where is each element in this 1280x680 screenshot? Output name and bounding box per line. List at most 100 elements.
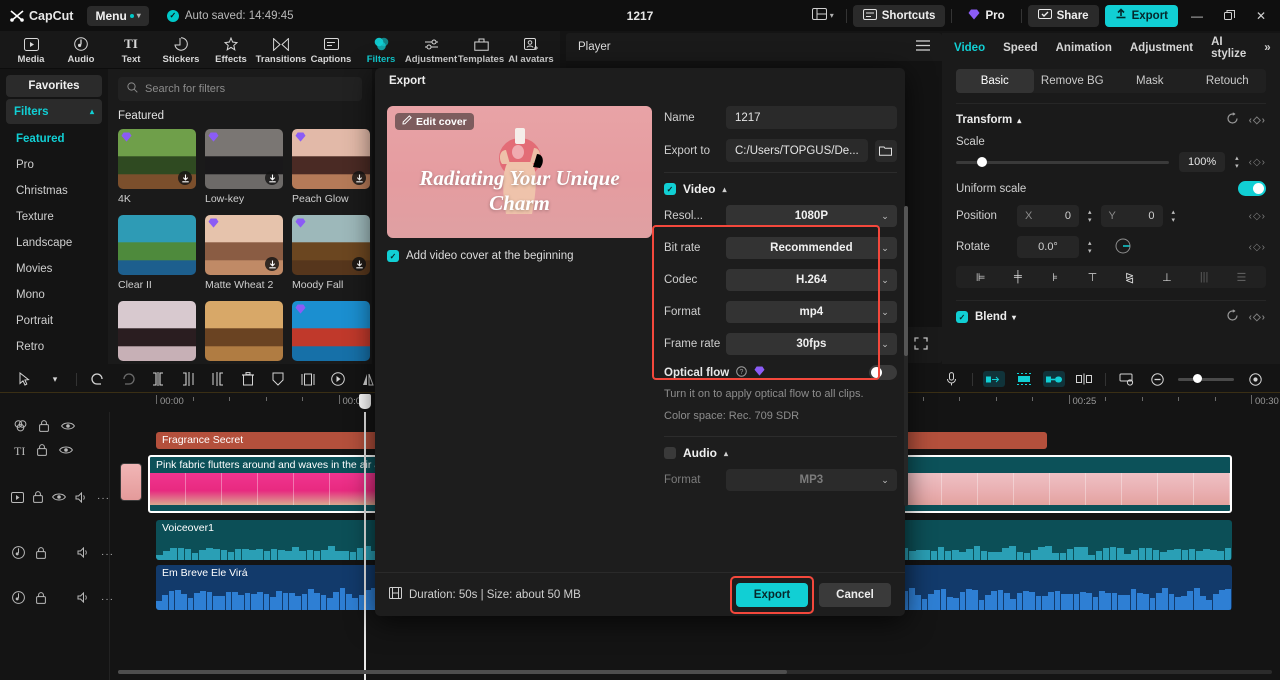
filter-thumb[interactable]: [292, 301, 370, 364]
tab-audio[interactable]: Audio: [56, 35, 106, 65]
add-cover-row[interactable]: ✓ Add video cover at the beginning: [387, 250, 652, 262]
shortcuts-button[interactable]: Shortcuts: [852, 4, 946, 27]
tab-video[interactable]: Video: [954, 42, 985, 54]
keyframe-control[interactable]: ‹◇›: [1249, 157, 1266, 168]
segment-remove-bg[interactable]: Remove BG: [1034, 69, 1112, 93]
reset-icon[interactable]: [1226, 112, 1239, 128]
segment-basic[interactable]: Basic: [956, 69, 1034, 93]
download-icon[interactable]: [352, 171, 366, 185]
redo-icon[interactable]: [113, 373, 143, 385]
category-favorites[interactable]: Favorites: [6, 75, 102, 97]
filter-thumb[interactable]: Low-key: [205, 129, 283, 205]
marker-icon[interactable]: [1112, 373, 1142, 386]
select-arrow-icon[interactable]: [10, 372, 40, 386]
blend-checkbox[interactable]: ✓: [956, 311, 968, 323]
chevron-down-icon[interactable]: ▾: [40, 374, 70, 385]
subitem-portrait[interactable]: Portrait: [6, 308, 102, 334]
speaker-icon[interactable]: [77, 591, 90, 606]
menu-button[interactable]: Menu ▾: [87, 5, 149, 26]
filter-thumb[interactable]: Moody Fall: [292, 215, 370, 291]
audio-format-select[interactable]: MP3 ⌄: [726, 469, 897, 491]
reverse-icon[interactable]: [323, 372, 353, 386]
tab-filters[interactable]: Filters: [356, 35, 406, 65]
more-icon[interactable]: ···: [97, 493, 110, 504]
scrollbar-thumb[interactable]: [903, 206, 908, 356]
transform-section-header[interactable]: Transform ▴ ‹◇›: [942, 104, 1280, 128]
keyframe-control[interactable]: ‹◇›: [1249, 211, 1266, 222]
layout-button[interactable]: ▾: [806, 8, 840, 23]
tab-media[interactable]: Media: [6, 35, 56, 65]
timeline-scrollbar[interactable]: [118, 670, 1272, 674]
framerate-select[interactable]: 30fps ⌄: [726, 333, 897, 355]
filter-thumb[interactable]: Matte Wheat 2: [205, 215, 283, 291]
tab-ai-avatars[interactable]: AI avatars: [506, 35, 556, 65]
keyframe-control[interactable]: ‹◇›: [1249, 312, 1266, 323]
tab-captions[interactable]: Captions: [306, 35, 356, 65]
crop-icon[interactable]: [263, 372, 293, 386]
trim-right-icon[interactable]: [203, 372, 233, 386]
playhead[interactable]: [359, 394, 371, 680]
filter-thumb[interactable]: [205, 301, 283, 364]
lock-icon[interactable]: [37, 444, 48, 459]
scale-stepper[interactable]: ▴ ▾: [1235, 155, 1239, 170]
uniform-scale-toggle[interactable]: [1238, 181, 1266, 196]
scale-slider[interactable]: [956, 157, 1170, 167]
share-button[interactable]: Share: [1027, 4, 1099, 27]
info-icon[interactable]: ?: [736, 365, 747, 380]
tab-stickers[interactable]: Stickers: [156, 35, 206, 65]
download-icon[interactable]: [265, 171, 279, 185]
rotate-field[interactable]: 0.0°: [1017, 236, 1079, 258]
keyframe-control[interactable]: ‹◇›: [1249, 242, 1266, 253]
freeze-icon[interactable]: [293, 373, 323, 386]
filter-icon[interactable]: [14, 420, 27, 435]
split-screen-icon[interactable]: [1069, 373, 1099, 385]
clip-thumbnail-preview[interactable]: [120, 463, 142, 501]
audio-checkbox[interactable]: [664, 447, 676, 459]
close-button[interactable]: ✕: [1248, 5, 1274, 27]
search-input[interactable]: Search for filters: [118, 77, 362, 101]
eye-icon[interactable]: [59, 445, 74, 458]
microphone-icon[interactable]: [936, 372, 966, 386]
minimize-button[interactable]: —: [1184, 5, 1210, 27]
resolution-select[interactable]: 1080P ⌄: [726, 205, 897, 227]
auto-fill-icon[interactable]: [979, 371, 1009, 387]
filter-thumb[interactable]: [118, 301, 196, 364]
position-y-stepper[interactable]: ▴ ▾: [1172, 209, 1176, 224]
dialog-scrollbar[interactable]: [903, 206, 908, 506]
scale-value[interactable]: 100%: [1179, 152, 1226, 172]
tab-effects[interactable]: Effects: [206, 35, 256, 65]
sticker-fit-icon[interactable]: [1009, 371, 1039, 387]
tab-templates[interactable]: Templates: [456, 35, 506, 65]
link-icon[interactable]: [1039, 371, 1069, 387]
zoom-slider[interactable]: [1178, 374, 1234, 383]
folder-icon[interactable]: [874, 139, 897, 162]
reset-icon[interactable]: [1226, 309, 1239, 325]
maximize-button[interactable]: [1216, 5, 1242, 27]
video-checkbox[interactable]: ✓: [664, 183, 676, 195]
subitem-mono[interactable]: Mono: [6, 282, 102, 308]
split-icon[interactable]: [143, 372, 173, 386]
tab-ai-stylize[interactable]: AI stylize: [1211, 36, 1246, 60]
bitrate-select[interactable]: Recommended ⌄: [726, 237, 897, 259]
subitem-pro[interactable]: Pro: [6, 152, 102, 178]
subitem-featured[interactable]: Featured: [6, 126, 102, 152]
filter-thumb[interactable]: Clear II: [118, 215, 196, 291]
speaker-icon[interactable]: [77, 546, 90, 561]
lock-icon[interactable]: [39, 420, 49, 435]
lock-icon[interactable]: [33, 491, 43, 506]
edit-cover-button[interactable]: Edit cover: [395, 113, 474, 130]
filter-thumb[interactable]: Peach Glow: [292, 129, 370, 205]
position-x-stepper[interactable]: ▴ ▾: [1088, 209, 1092, 224]
align-center-h-icon[interactable]: ╪: [999, 271, 1036, 283]
tab-text[interactable]: TI Text: [106, 35, 156, 65]
category-filters[interactable]: Filters ▴: [6, 99, 102, 124]
tab-transitions[interactable]: Transitions: [256, 35, 306, 65]
align-middle-v-icon[interactable]: ⧎: [1111, 271, 1148, 284]
subitem-landscape[interactable]: Landscape: [6, 230, 102, 256]
add-cover-checkbox[interactable]: ✓: [387, 250, 399, 262]
trim-left-icon[interactable]: [173, 372, 203, 386]
video-section-header[interactable]: ✓ Video ▴: [664, 182, 897, 196]
eye-icon[interactable]: [61, 421, 75, 434]
subitem-christmas[interactable]: Christmas: [6, 178, 102, 204]
align-bottom-icon[interactable]: ⊥: [1148, 271, 1185, 284]
